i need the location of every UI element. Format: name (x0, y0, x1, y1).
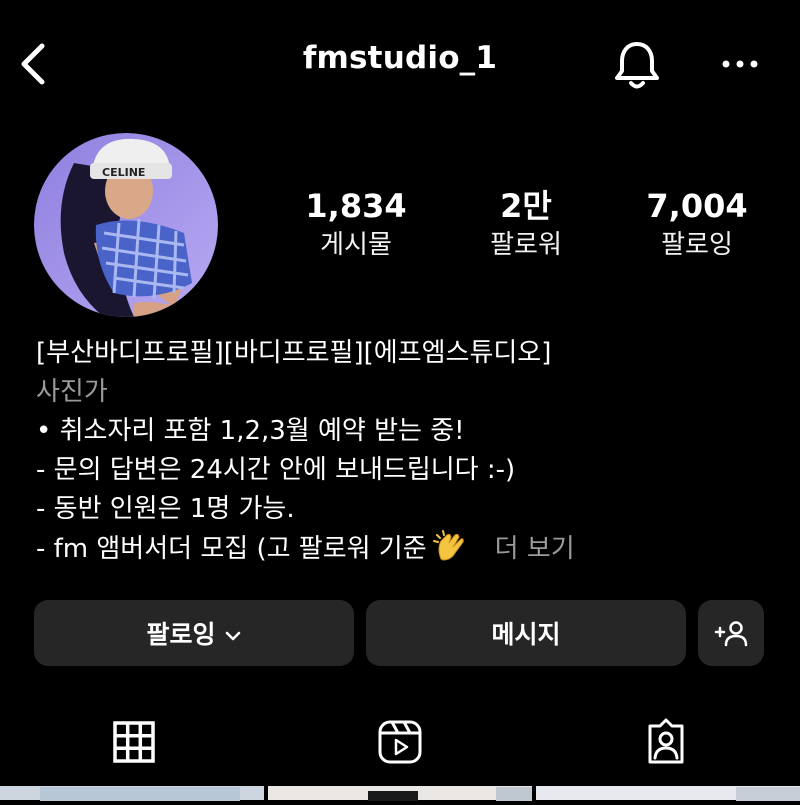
followers-count[interactable]: 2만 팔로워 (441, 186, 611, 262)
message-button-label: 메시지 (491, 620, 561, 649)
bio-line: - 문의 답변은 24시간 안에 보내드립니다 :-) (36, 455, 516, 485)
clap-emoji (432, 529, 467, 575)
more-options-button[interactable] (716, 44, 764, 84)
following-button-label: 팔로잉 (146, 620, 216, 649)
tab-posts-grid[interactable] (104, 712, 164, 772)
followers-count-label: 팔로워 (490, 230, 562, 260)
posts-count[interactable]: 1,834 게시물 (271, 186, 441, 262)
chevron-down-icon (224, 619, 242, 648)
bio-more-link[interactable]: 더 보기 (495, 534, 575, 564)
profile-username: fmstudio_1 (302, 40, 498, 76)
bio-line: • 취소자리 포함 1,2,3월 예약 받는 중! (36, 416, 465, 446)
add-person-icon (714, 621, 748, 647)
bio-line-text: - fm 앰버서더 모집 (고 팔로워 기준 (36, 534, 427, 564)
post-thumbnail[interactable] (536, 786, 800, 801)
reels-icon (378, 720, 422, 764)
profile-avatar[interactable]: CELINE (34, 133, 218, 317)
posts-count-label: 게시물 (320, 230, 392, 260)
profile-header: fmstudio_1 (0, 0, 800, 130)
post-grid-peek (0, 786, 800, 801)
bio-category: 사진가 (36, 377, 108, 407)
tagged-icon (648, 718, 684, 764)
following-count[interactable]: 7,004 팔로잉 (612, 186, 782, 262)
followers-count-value: 2만 (500, 187, 552, 225)
post-thumbnail[interactable] (0, 786, 264, 801)
tab-reels[interactable] (370, 712, 430, 772)
following-button[interactable]: 팔로잉 (34, 600, 354, 666)
tab-tagged[interactable] (636, 712, 696, 772)
following-count-value: 7,004 (646, 187, 748, 225)
post-thumbnail[interactable] (268, 786, 532, 801)
svg-text:CELINE: CELINE (102, 166, 145, 179)
posts-count-value: 1,834 (305, 187, 407, 225)
bell-icon (615, 42, 659, 89)
message-button[interactable]: 메시지 (366, 600, 686, 666)
grid-icon (113, 721, 155, 763)
profile-bio: [부산바디프로필][바디프로필][에프엠스튜디오] 사진가 • 취소자리 포함 … (36, 334, 776, 568)
suggested-users-button[interactable] (698, 600, 764, 666)
bio-line-last: - fm 앰버서더 모집 (고 팔로워 기준 더 보기 (36, 529, 776, 568)
notifications-button[interactable] (610, 38, 664, 92)
following-count-label: 팔로잉 (661, 230, 733, 260)
bio-line: - 동반 인원은 1명 가능. (36, 494, 295, 524)
more-icon (722, 60, 758, 68)
bio-name: [부산바디프로필][바디프로필][에프엠스튜디오] (36, 338, 552, 368)
